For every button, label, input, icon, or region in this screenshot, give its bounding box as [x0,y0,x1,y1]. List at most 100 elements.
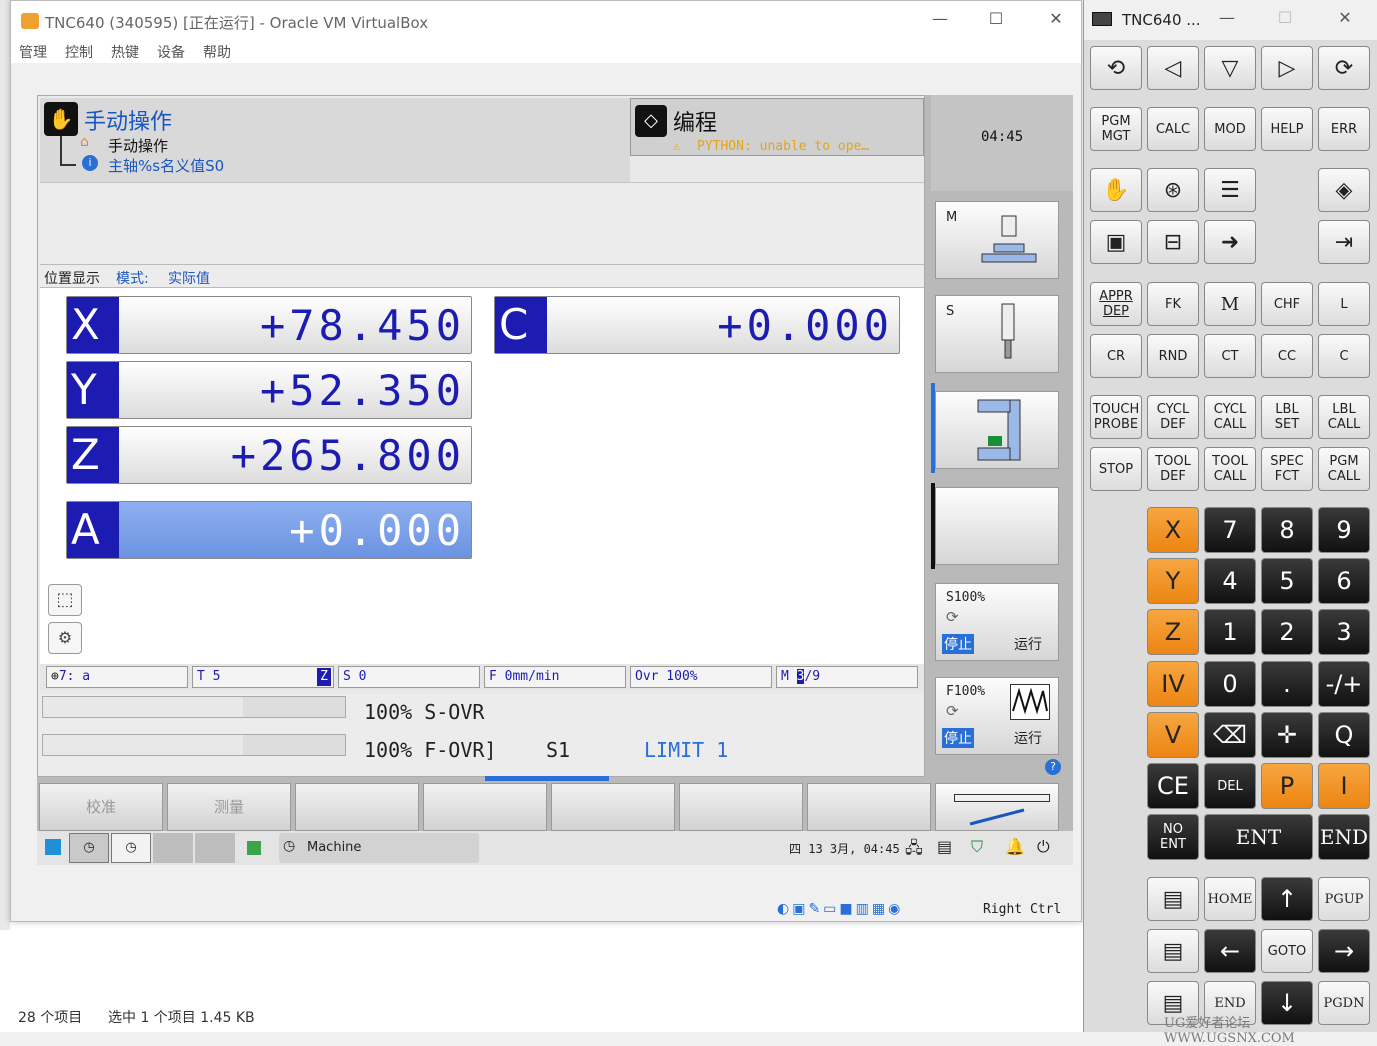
key-no-ent[interactable]: NO ENT [1147,814,1199,860]
axis-y[interactable]: Y +52.350 [66,361,472,419]
full-sequence-icon[interactable]: ➜ [1204,220,1256,264]
right-arrow-icon[interactable]: ▷ [1261,46,1313,90]
task-slot[interactable] [195,833,235,863]
key-q[interactable]: Q [1318,712,1370,758]
key-lbl-call[interactable]: LBL CALL [1318,395,1370,439]
rotate-left-icon[interactable]: ⟲ [1090,46,1142,90]
block-up-icon[interactable]: ▤ [1147,929,1199,973]
axis-z[interactable]: Z +265.800 [66,426,472,484]
vsoftkey-s[interactable]: S [935,295,1059,373]
key-axis-x[interactable]: X [1147,507,1199,553]
vsoftkey-next[interactable] [935,783,1059,831]
power-icon[interactable]: ⏻ [1037,837,1050,857]
shield-icon[interactable]: ⛉ [971,837,983,857]
arrow-left-icon[interactable]: ← [1204,929,1256,973]
arrow-right-icon[interactable]: → [1318,929,1370,973]
key-9[interactable]: 9 [1318,507,1370,553]
key-axis-v[interactable]: V [1147,712,1199,758]
key-m[interactable]: M [1204,282,1256,326]
softkey-3[interactable] [295,783,419,831]
key-2[interactable]: 2 [1261,609,1313,655]
key-axis-z[interactable]: Z [1147,609,1199,655]
softkey-5[interactable] [551,783,675,831]
key-cycl-def[interactable]: CYCL DEF [1147,395,1199,439]
bell-icon[interactable]: 🔔 [1005,837,1025,856]
key-stop[interactable]: STOP [1090,447,1142,491]
start-icon[interactable] [45,839,61,855]
maximize-button[interactable]: ☐ [981,9,1011,28]
device-icons[interactable]: ◐▣✎▭■▥▦◉ [777,901,903,917]
key-1[interactable]: 1 [1204,609,1256,655]
maximize-button[interactable]: ☐ [1270,8,1300,27]
key-lbl-set[interactable]: LBL SET [1261,395,1313,439]
softkey-6[interactable] [679,783,803,831]
vsoftkey-workpiece[interactable] [935,391,1059,469]
task-slot[interactable] [153,833,193,863]
key-axis-iv[interactable]: IV [1147,661,1199,707]
softkey-7[interactable] [807,783,931,831]
test-run-icon[interactable]: ⇥ [1318,220,1370,264]
programming-icon[interactable]: ◈ [1318,168,1370,212]
key-ent[interactable]: ENT [1204,814,1313,860]
key-appr-dep[interactable]: APPR DEP [1090,282,1142,326]
key-cycl-call[interactable]: CYCL CALL [1204,395,1256,439]
menu-control[interactable]: 控制 [65,42,93,62]
softkey-measure[interactable]: 测量 [167,783,291,831]
key-3[interactable]: 3 [1318,609,1370,655]
axis-c[interactable]: C +0.000 [494,296,900,354]
key-cc[interactable]: CC [1261,334,1313,378]
network-icon[interactable]: 🖧 [905,837,923,864]
key-8[interactable]: 8 [1261,507,1313,553]
vsoftkey-s-override[interactable]: S100% ⟳ 停止 运行 [935,583,1059,661]
key-pgm-call[interactable]: PGM CALL [1318,447,1370,491]
key-5[interactable]: 5 [1261,558,1313,604]
key-axis-y[interactable]: Y [1147,558,1199,604]
key-c[interactable]: C [1318,334,1370,378]
left-arrow-icon[interactable]: ◁ [1147,46,1199,90]
key-cr[interactable]: CR [1090,334,1142,378]
softkey-4[interactable] [423,783,547,831]
minimize-button[interactable]: — [1212,8,1242,27]
key-spec-fct[interactable]: SPEC FCT [1261,447,1313,491]
key-i[interactable]: I [1318,763,1370,809]
key-touch-probe[interactable]: TOUCH PROBE [1090,395,1142,439]
key-0[interactable]: 0 [1204,661,1256,707]
key-tool-def[interactable]: TOOL DEF [1147,447,1199,491]
program-run-icon[interactable]: ▣ [1090,220,1142,264]
axis-a[interactable]: A +0.000 [66,501,472,559]
key-goto[interactable]: GOTO [1261,929,1313,973]
close-button[interactable]: ✕ [1330,8,1360,27]
key-7[interactable]: 7 [1204,507,1256,553]
key-ct[interactable]: CT [1204,334,1256,378]
vsoftkey-empty[interactable] [935,487,1059,565]
guest-display[interactable]: ✋ 手动操作 ⌂ 手动操作 i 主轴%s名义值S0 ◇ 编程 ⚠ PYTHON:… [37,95,1073,865]
key-chf[interactable]: CHF [1261,282,1313,326]
key-ce[interactable]: CE [1147,763,1199,809]
key-calc[interactable]: CALC [1147,107,1199,151]
key-6[interactable]: 6 [1318,558,1370,604]
menu-help[interactable]: 帮助 [203,42,231,62]
menu-manage[interactable]: 管理 [19,42,47,62]
key-home[interactable]: HOME [1204,877,1256,921]
machine-task[interactable]: ◷ Machine [279,833,479,863]
vsoftkey-m[interactable]: M [935,201,1059,279]
key-pgup[interactable]: PGUP [1318,877,1370,921]
key-sign[interactable]: -/+ [1318,661,1370,707]
vsoftkey-f-override[interactable]: F100% ⟳ 停止 运行 [935,677,1059,755]
backspace-icon[interactable]: ⌫ [1204,712,1256,758]
key-4[interactable]: 4 [1204,558,1256,604]
mdi-icon[interactable]: ☰ [1204,168,1256,212]
single-block-icon[interactable]: ⊟ [1147,220,1199,264]
key-help[interactable]: HELP [1261,107,1313,151]
close-button[interactable]: ✕ [1041,9,1071,28]
minimize-button[interactable]: — [925,9,955,28]
handwheel-icon[interactable]: ⊛ [1147,168,1199,212]
key-end[interactable]: END [1318,814,1370,860]
frame-icon[interactable]: ⬚ [48,584,82,616]
manual-mode-icon[interactable]: ✋ [1090,168,1142,212]
down-arrow-icon[interactable]: ▽ [1204,46,1256,90]
softkey-calibrate[interactable]: 校准 [39,783,163,831]
actual-position-icon[interactable]: ✛ [1261,712,1313,758]
key-p[interactable]: P [1261,763,1313,809]
arrow-up-icon[interactable]: ↑ [1261,877,1313,921]
